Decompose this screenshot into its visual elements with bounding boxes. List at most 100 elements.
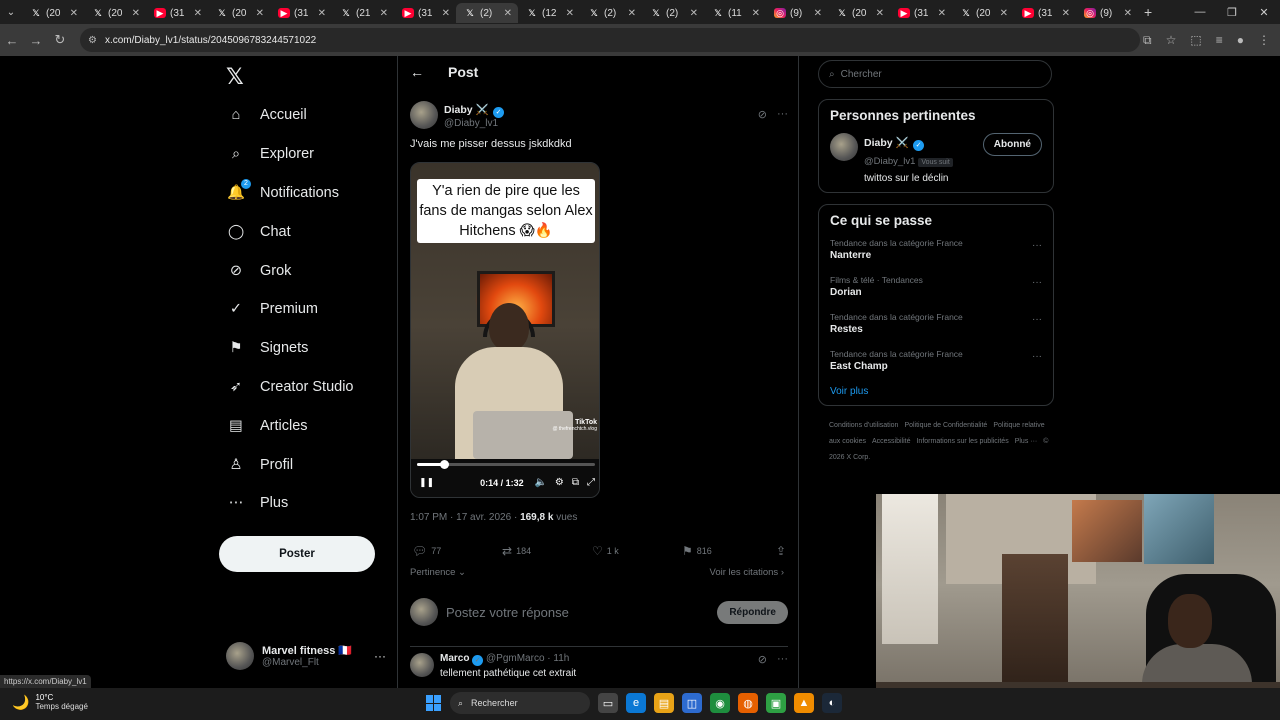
sidebar-item-premium[interactable]: ✓ Premium (220, 290, 354, 329)
more-icon[interactable]: ··· (1032, 240, 1042, 251)
tab-close-icon[interactable]: ✕ (814, 8, 822, 19)
tab-close-icon[interactable]: ✕ (876, 8, 884, 19)
browser-tab[interactable]: 𝕏 (20 ✕ (828, 3, 890, 23)
sidebar-item-articles[interactable]: ▤ Articles (220, 406, 354, 445)
search-input[interactable]: ⌕ Chercher (818, 60, 1052, 88)
sidebar-item-creator-studio[interactable]: ➶ Creator Studio (220, 368, 354, 407)
reply-author-name[interactable]: Marco (440, 653, 469, 664)
video-player[interactable]: Y'a rien de pire que les fans de mangas … (410, 162, 600, 498)
url-text[interactable]: x.com/Diaby_lv1/status/20450967832445710… (105, 35, 316, 46)
avatar[interactable] (830, 133, 858, 161)
reply-button[interactable]: 💬︎ 77 (412, 544, 502, 558)
tab-close-icon[interactable]: ✕ (938, 8, 946, 19)
forward-icon[interactable]: → (24, 33, 48, 48)
footer-link[interactable]: Informations sur les publicités (916, 438, 1008, 445)
sidebar-item-profil[interactable]: ♙ Profil (220, 445, 354, 484)
avatar[interactable] (410, 100, 438, 129)
relevant-person[interactable]: Diaby ⚔️ ✓ @Diaby_lv1 Vous suit twittos s… (830, 133, 1042, 184)
account-switcher[interactable]: Marvel fitness 🇫🇷 @Marvel_Flt ··· (226, 642, 386, 670)
trend-item[interactable]: Tendance dans la catégorie France Nanterr… (830, 238, 1042, 261)
footer-link[interactable]: Politique de Confidentialité (904, 422, 987, 429)
author-handle[interactable]: @Diaby_lv1 (444, 118, 504, 129)
install-app-icon[interactable]: ⧉ (1143, 33, 1152, 48)
browser-tab[interactable]: ◎ (9) ✕ (766, 3, 828, 23)
windows-start-icon[interactable] (426, 695, 442, 711)
edge-icon[interactable]: e (626, 693, 646, 713)
like-button[interactable]: ♡ 1 k (592, 544, 682, 558)
reply-item[interactable]: Marco ✓ @PgmMarco · 11h tellement pathét… (410, 646, 788, 679)
browser-tab[interactable]: 𝕏 (20 ✕ (208, 3, 270, 23)
back-arrow-icon[interactable]: ← (410, 64, 424, 80)
sidebar-item-notifications[interactable]: 🔔 2 Notifications (220, 174, 354, 213)
tab-close-icon[interactable]: ✕ (1124, 8, 1132, 19)
minimize-icon[interactable]: — (1184, 0, 1216, 24)
site-info-icon[interactable]: ⚙ (88, 35, 97, 46)
reply-submit-button[interactable]: Répondre (717, 600, 788, 624)
trend-item[interactable]: Tendance dans la catégorie France Restes ·… (830, 312, 1042, 335)
bookmark-star-icon[interactable]: ☆ (1166, 33, 1177, 47)
tab-close-icon[interactable]: ✕ (194, 8, 202, 19)
reply-sort[interactable]: Pertinence ⌄ (410, 567, 466, 578)
tab-close-icon[interactable]: ✕ (566, 8, 574, 19)
tab-close-icon[interactable]: ✕ (442, 8, 450, 19)
browser-tab[interactable]: 𝕏 (12 ✕ (518, 3, 580, 23)
x-logo-icon[interactable]: 𝕏 (226, 64, 244, 90)
post-button[interactable]: Poster (219, 536, 375, 572)
app-icon[interactable]: ▣ (766, 693, 786, 713)
popout-icon[interactable]: ⧉ (572, 477, 579, 488)
more-icon[interactable]: ··· (1032, 277, 1042, 288)
volume-icon[interactable]: 🔈 (534, 477, 546, 488)
sidebar-item-grok[interactable]: ⊘ Grok (220, 251, 354, 290)
weather-widget[interactable]: 🌙 10°C Temps dégagé (12, 693, 88, 711)
more-icon[interactable]: ··· (1032, 351, 1042, 362)
tab-groups-icon[interactable]: ≡ (1216, 33, 1223, 47)
browser-tab[interactable]: ◎ (9) ✕ (1076, 3, 1138, 23)
steam-icon[interactable]: ◐ (822, 693, 842, 713)
profile-icon[interactable]: ● (1237, 33, 1244, 47)
avatar[interactable] (410, 653, 434, 677)
bookmark-button[interactable]: ⚑ 816 (682, 544, 772, 558)
task-view-icon[interactable]: ▭ (598, 693, 618, 713)
sidebar-item-plus[interactable]: ⋯ Plus (220, 484, 354, 523)
sidebar-item-chat[interactable]: ◯ Chat (220, 212, 354, 251)
sidebar-item-explorer[interactable]: ⌕ Explorer (220, 135, 354, 174)
tab-close-icon[interactable]: ✕ (132, 8, 140, 19)
browser-tab[interactable]: ▶ (31 ✕ (394, 3, 456, 23)
browser-tab[interactable]: 𝕏 (21 ✕ (332, 3, 394, 23)
view-quotes-link[interactable]: Voir les citations › (710, 567, 784, 578)
tab-close-icon[interactable]: ✕ (690, 8, 698, 19)
footer-link[interactable]: Accessibilité (872, 438, 911, 445)
browser-tab[interactable]: ▶ (31 ✕ (1014, 3, 1076, 23)
pause-icon[interactable]: ❚❚ (419, 477, 434, 488)
browser-tab[interactable]: 𝕏 (20 ✕ (84, 3, 146, 23)
chrome-icon[interactable]: ◉ (710, 693, 730, 713)
address-bar[interactable]: ⚙ x.com/Diaby_lv1/status/204509678324457… (80, 28, 1140, 52)
firefox-icon[interactable]: ◍ (738, 693, 758, 713)
grok-icon[interactable]: ⊘ (758, 653, 767, 679)
browser-tab[interactable]: ▶ (31 ✕ (146, 3, 208, 23)
browser-tab[interactable]: ▶ (31 ✕ (270, 3, 332, 23)
footer-link[interactable]: Conditions d'utilisation (829, 422, 898, 429)
browser-tab[interactable]: 𝕏 (20 ✕ (952, 3, 1014, 23)
trend-item[interactable]: Tendance dans la catégorie France East Ch… (830, 349, 1042, 372)
sidebar-item-signets[interactable]: ⚑ Signets (220, 329, 354, 368)
tab-close-icon[interactable]: ✕ (380, 8, 388, 19)
trend-item[interactable]: Films & télé · Tendances Dorian ··· (830, 275, 1042, 298)
tab-close-icon[interactable]: ✕ (256, 8, 264, 19)
taskbar-search[interactable]: ⌕ Rechercher (450, 692, 590, 714)
see-more-link[interactable]: Voir plus (830, 386, 1042, 397)
store-icon[interactable]: ◫ (682, 693, 702, 713)
grok-icon[interactable]: ⊘ (758, 108, 767, 121)
author-name[interactable]: Diaby ⚔️ (444, 104, 489, 116)
tab-search-icon[interactable]: ⌄ (0, 0, 22, 24)
more-icon[interactable]: ··· (777, 108, 788, 121)
browser-tab[interactable]: 𝕏 (20 ✕ (22, 3, 84, 23)
more-icon[interactable]: ··· (1032, 314, 1042, 325)
vlc-icon[interactable]: ▲ (794, 693, 814, 713)
video-progress-bar[interactable] (417, 460, 595, 469)
tab-close-icon[interactable]: ✕ (752, 8, 760, 19)
fullscreen-icon[interactable]: ⤢ (587, 477, 595, 488)
tab-close-icon[interactable]: ✕ (1062, 8, 1070, 19)
tab-close-icon[interactable]: ✕ (628, 8, 636, 19)
browser-tab[interactable]: 𝕏 (2) ✕ (642, 3, 704, 23)
